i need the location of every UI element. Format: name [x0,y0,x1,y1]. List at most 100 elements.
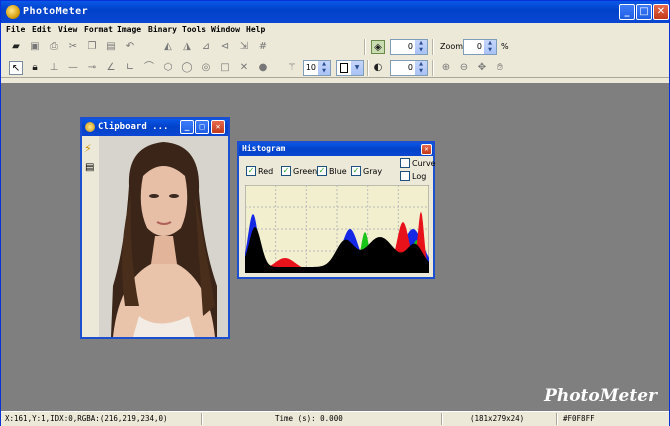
resize-icon[interactable]: ⇲ [237,40,251,54]
toolbar-separator [432,39,434,55]
close-button[interactable]: ✕ [421,144,432,155]
chevron-down-icon[interactable]: ▼ [351,61,363,75]
maximize-button[interactable]: □ [636,4,652,20]
flip-icon[interactable]: ◮ [180,40,194,54]
tool-polyline-icon[interactable]: ⌒ [142,61,156,75]
menu-file[interactable]: File [6,25,25,34]
menu-edit[interactable]: Edit [32,25,51,34]
log-label: Log [412,172,427,181]
channel-icon[interactable]: ◈ [371,40,385,54]
pointer-icon[interactable]: ↖ [9,61,23,75]
spinner-arrows-icon[interactable]: ▲ ▼ [484,40,496,54]
clipboard-window: Clipboard ... _ □ ✕ ⚡︎ ▤ [80,117,230,339]
toolbar-tools: ↖ 🔒︎ ⊥ — ⊸ ∠ ∟ ⌒ ⬡ ◯ ◎ □ ✕ ● ⚚ 10 ▲ ▼ ▼ ◐… [1,58,669,78]
close-button[interactable]: ✕ [211,120,225,134]
size-spinner[interactable]: 10 ▲ ▼ [303,60,331,76]
menu-view[interactable]: View [58,25,77,34]
list-icon[interactable]: ▤ [85,162,94,173]
channel-spinner[interactable]: 0 ▲ ▼ [390,39,428,55]
clipboard-titlebar: Clipboard ... _ □ ✕ [82,119,228,136]
menu-image[interactable]: Image [117,25,141,34]
zoom-out-icon[interactable]: ⊖ [457,61,471,75]
zoom-in-icon[interactable]: ⊕ [439,61,453,75]
move-icon[interactable]: ✥ [475,61,489,75]
status-coords: X:161,Y:1,IDX:0,RGBA:(216,219,234,0) [5,414,168,423]
grid-icon[interactable]: # [256,40,270,54]
undo-icon[interactable]: ↶ [123,40,137,54]
green-checkbox[interactable]: ✓ [281,166,291,176]
contrast-value: 0 [407,63,413,72]
menu-format[interactable]: Format [84,25,113,34]
tool-wand-icon[interactable]: ⚚ [285,61,299,75]
blue-label: Blue [329,167,347,176]
blue-checkbox[interactable]: ✓ [317,166,327,176]
open-folder-icon[interactable]: ▰ [9,40,23,54]
zoom-label: Zoom: [440,42,466,51]
toolbar-separator [367,60,369,76]
lock-icon[interactable]: 🔒︎ [28,61,42,75]
red-label: Red [258,167,274,176]
status-separator [201,413,203,425]
tool-t-icon[interactable]: ⊥ [47,61,61,75]
cut-icon[interactable]: ✂ [66,40,80,54]
close-button[interactable]: ✕ [653,4,669,20]
rotate-right-icon[interactable]: ⊲ [218,40,232,54]
toolbar-separator [432,60,434,76]
menu-window[interactable]: Window [211,25,240,34]
histogram-title: Histogram [242,144,286,153]
spinner-arrows-icon[interactable]: ▲ ▼ [415,61,427,75]
save-icon[interactable]: ▣ [28,40,42,54]
maximize-button[interactable]: □ [195,120,209,134]
title-bar: PhotoMeter _ □ ✕ [1,1,669,23]
tool-polygon-icon[interactable]: ⬡ [161,61,175,75]
menu-help[interactable]: Help [246,25,265,34]
color-dropdown[interactable]: ▼ [336,60,364,76]
hand-icon[interactable]: ✋︎ [493,61,507,75]
tool-target-icon[interactable]: ◎ [199,61,213,75]
app-icon [85,122,95,132]
clipboard-title: Clipboard ... [98,122,169,132]
gray-checkbox[interactable]: ✓ [351,166,361,176]
minimize-button[interactable]: _ [180,120,194,134]
print-icon[interactable]: ⎙ [47,40,61,54]
rotate-left-icon[interactable]: ⊿ [199,40,213,54]
size-value: 10 [305,63,316,72]
toolbar-main: ▰ ▣ ⎙ ✂ ❐ ▤ ↶ ◭ ◮ ⊿ ⊲ ⇲ # ◈ 0 ▲ ▼ Zoom: 0… [1,37,669,57]
tool-x-icon[interactable]: ✕ [237,61,251,75]
app-window: PhotoMeter _ □ ✕ File Edit View Format I… [0,0,670,426]
copy-icon[interactable]: ❐ [85,40,99,54]
curve-checkbox[interactable] [400,158,410,168]
tool-rect-icon[interactable]: □ [218,61,232,75]
brand-watermark: PhotoMeter [544,386,657,406]
tool-dash-icon[interactable]: ⊸ [85,61,99,75]
portrait-image [99,136,228,337]
status-hex: #F0F8FF [563,414,595,423]
tool-circle-icon[interactable]: ◯ [180,61,194,75]
zoom-unit: % [501,42,509,51]
gray-label: Gray [363,167,383,176]
tool-dot-icon[interactable]: ● [256,61,270,75]
paste-icon[interactable]: ▤ [104,40,118,54]
tool-angle-icon[interactable]: ∠ [104,61,118,75]
contrast-spinner[interactable]: 0 ▲ ▼ [390,60,428,76]
menu-binary[interactable]: Binary [148,25,177,34]
log-checkbox[interactable] [400,171,410,181]
minimize-button[interactable]: _ [619,4,635,20]
curve-label: Curve [412,159,436,168]
toolbar-separator [364,39,366,55]
tool-corner-icon[interactable]: ∟ [123,61,137,75]
spinner-arrows-icon[interactable]: ▲ ▼ [415,40,427,54]
histogram-plot [245,185,429,273]
histogram-titlebar: Histogram ✕ [239,143,433,156]
spinner-arrows-icon[interactable]: ▲ ▼ [318,61,330,75]
contrast-icon[interactable]: ◐ [371,61,385,75]
menu-tools[interactable]: Tools [182,25,206,34]
clipboard-sidebar: ⚡︎ ▤ [82,136,99,337]
lightning-icon[interactable]: ⚡︎ [84,142,92,155]
tool-line-icon[interactable]: — [66,61,80,75]
zoom-spinner[interactable]: 0 ▲ ▼ [463,39,497,55]
window-title: PhotoMeter [23,6,89,17]
mirror-icon[interactable]: ◭ [161,40,175,54]
menu-bar: File Edit View Format Image Binary Tools… [1,23,669,37]
red-checkbox[interactable]: ✓ [246,166,256,176]
